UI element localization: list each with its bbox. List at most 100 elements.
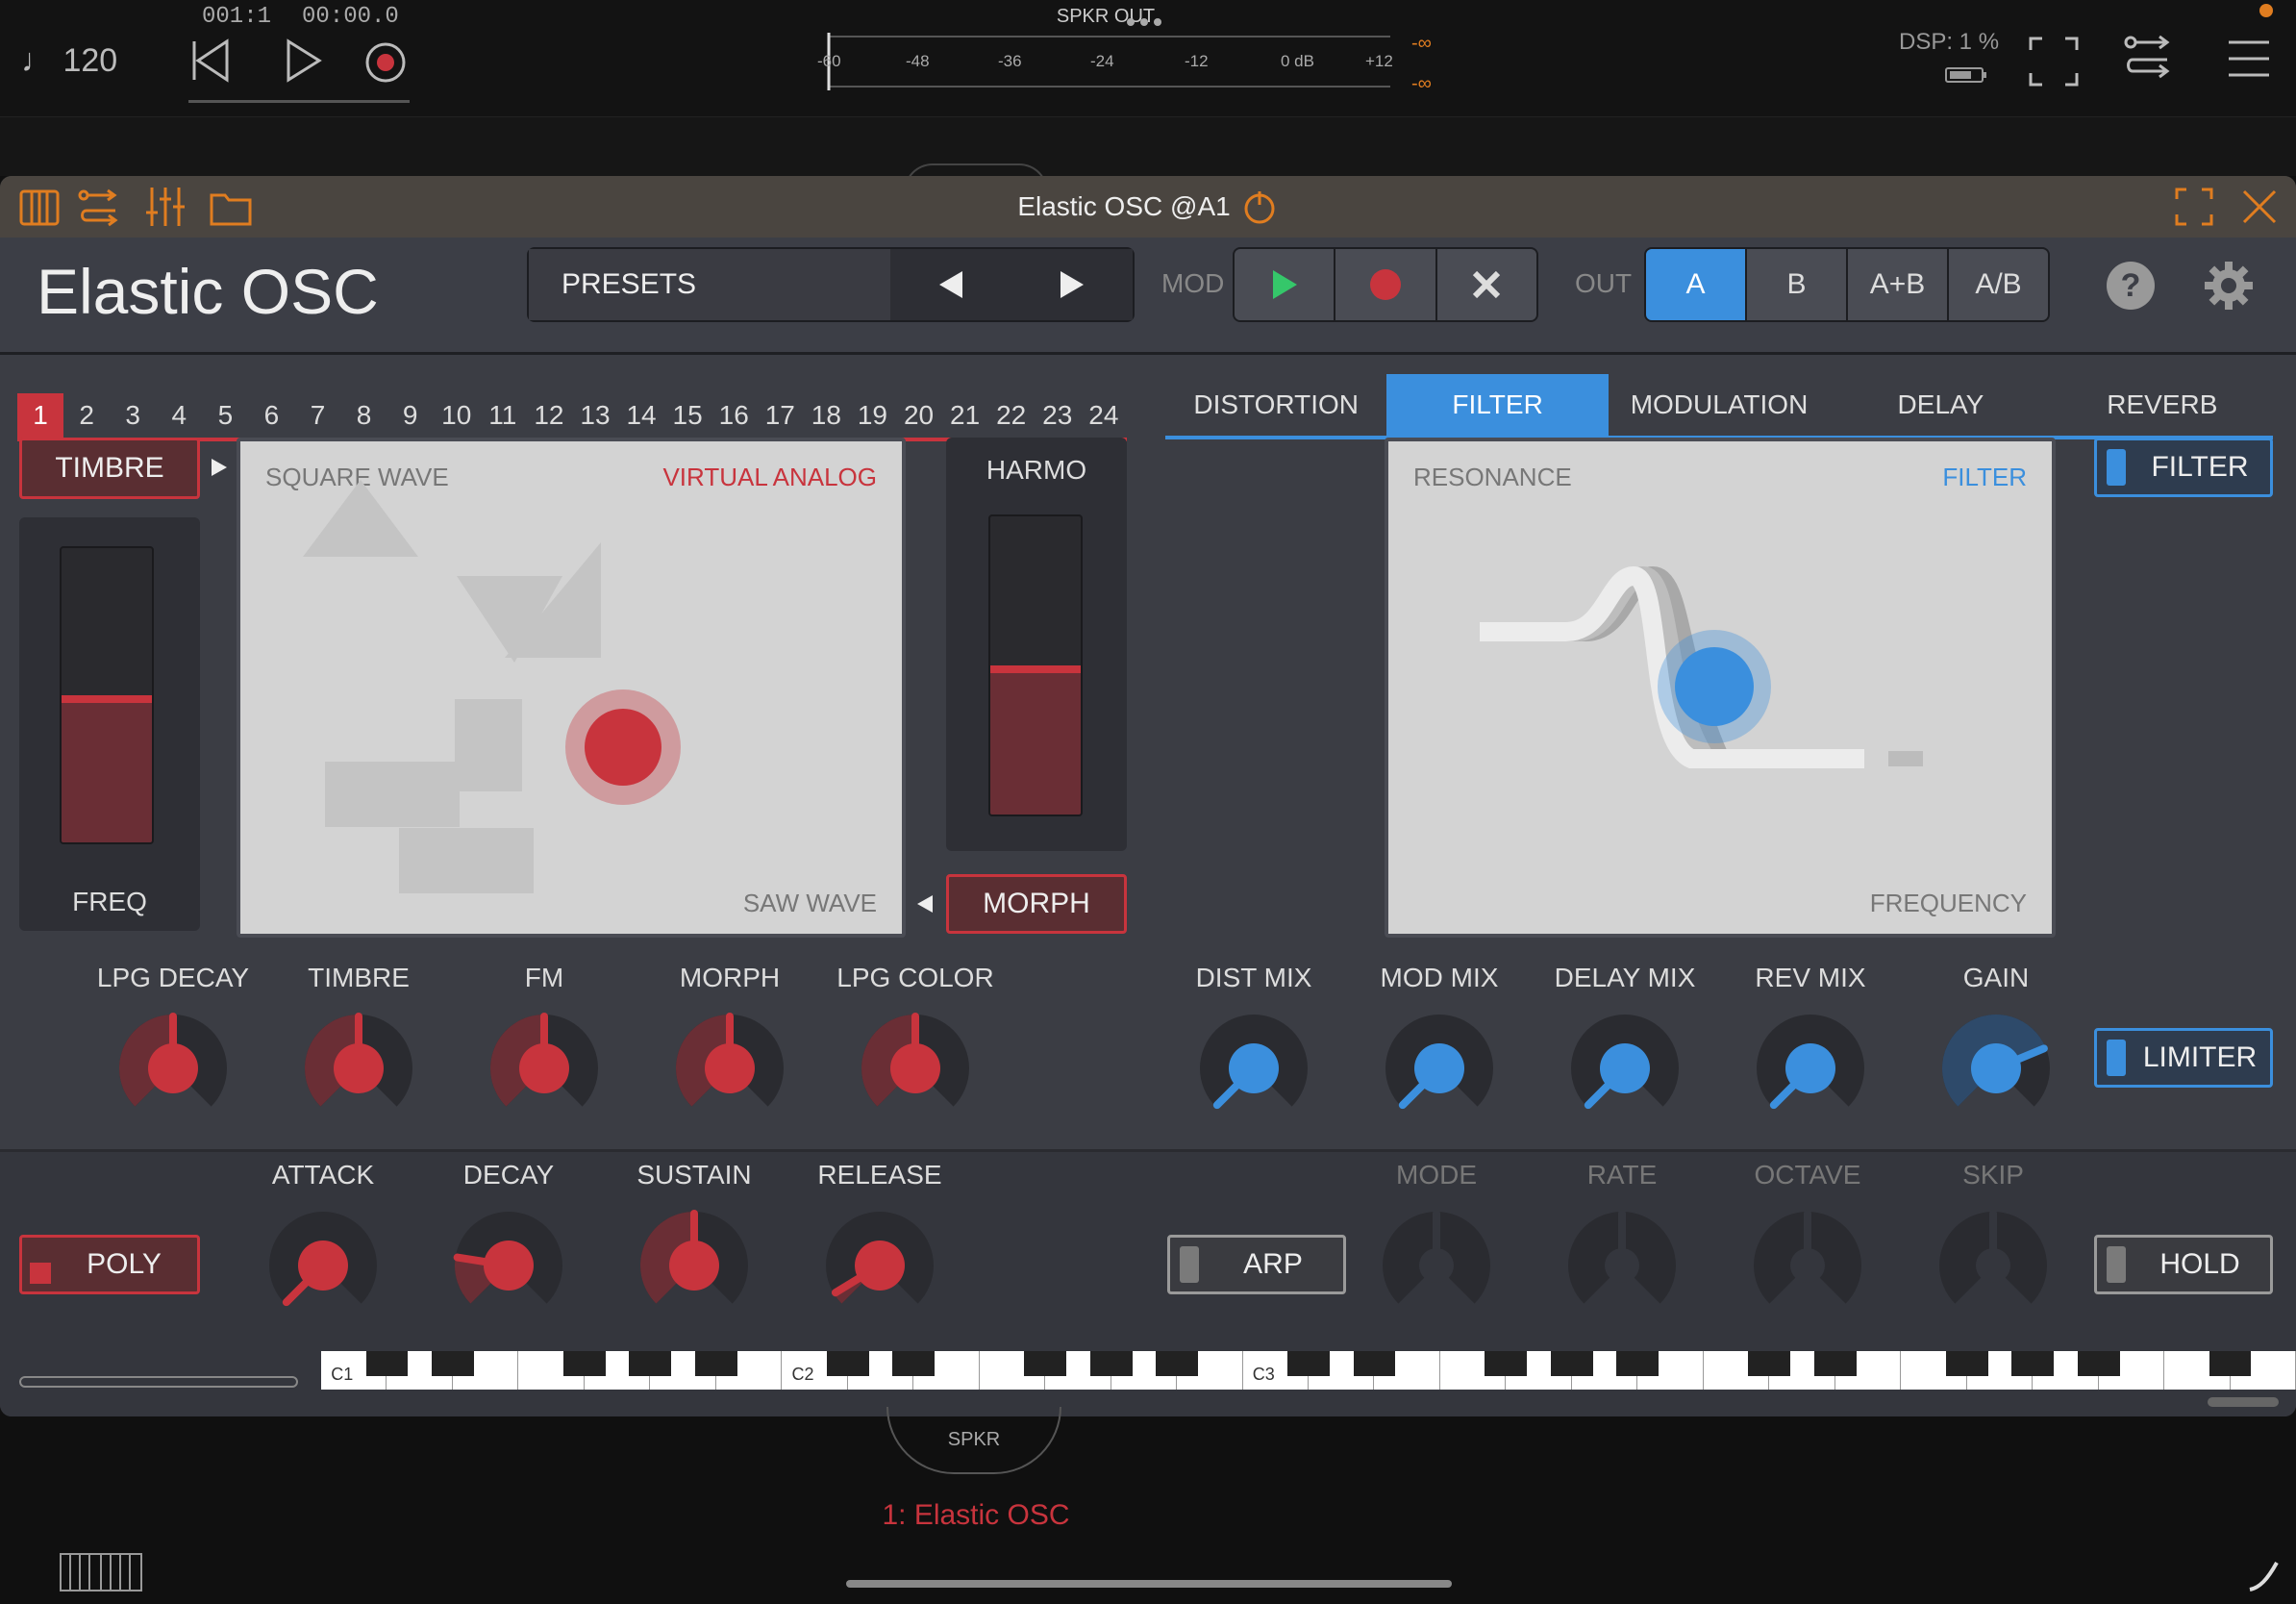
step-button[interactable]: 21 <box>942 393 988 438</box>
freq-slider[interactable] <box>60 546 154 844</box>
rewind-button[interactable] <box>188 37 233 85</box>
routing-icon[interactable] <box>2123 33 2177 87</box>
expand-icon[interactable] <box>2175 188 2213 226</box>
black-key[interactable] <box>1485 1351 1528 1376</box>
poly-button[interactable]: POLY <box>19 1235 200 1294</box>
tab-filter[interactable]: FILTER <box>1386 374 1609 436</box>
knob-control[interactable]: DIST MIX <box>1167 963 1340 1155</box>
knob[interactable] <box>822 1208 937 1323</box>
knob-control[interactable]: SUSTAIN <box>608 1160 781 1352</box>
knob[interactable] <box>451 1208 566 1323</box>
step-button[interactable]: 6 <box>248 393 294 438</box>
limiter-toggle[interactable]: LIMITER <box>2094 1028 2273 1088</box>
knob-dial[interactable] <box>1567 1011 1683 1126</box>
knob[interactable] <box>1935 1208 2051 1323</box>
black-key[interactable] <box>2209 1351 2252 1376</box>
step-button[interactable]: 16 <box>711 393 757 438</box>
step-button[interactable]: 3 <box>110 393 156 438</box>
knob-dial[interactable] <box>265 1208 381 1323</box>
mod-clear-button[interactable] <box>1436 249 1536 320</box>
filter-pad-cursor[interactable] <box>1675 647 1754 726</box>
arp-toggle[interactable]: ARP <box>1167 1235 1346 1294</box>
knob-dial[interactable] <box>822 1208 937 1323</box>
black-key[interactable] <box>2077 1351 2120 1376</box>
knob-dial[interactable] <box>115 1011 231 1126</box>
knob[interactable] <box>858 1011 973 1126</box>
knob-dial[interactable] <box>1564 1208 1680 1323</box>
knob-dial[interactable] <box>1935 1208 2051 1323</box>
track-label[interactable]: 1: Elastic OSC <box>856 1499 1096 1532</box>
routing-plugin-icon[interactable] <box>77 188 121 228</box>
knob[interactable] <box>1382 1011 1497 1126</box>
preset-next-button[interactable] <box>1011 249 1133 320</box>
gear-icon[interactable] <box>2204 261 2254 311</box>
mod-record-button[interactable] <box>1335 249 1437 320</box>
speaker-output-node[interactable]: SPKR <box>886 1407 1061 1474</box>
knob[interactable] <box>672 1011 787 1126</box>
menu-icon[interactable] <box>2227 37 2271 81</box>
knob-dial[interactable] <box>1938 1011 2054 1126</box>
close-icon[interactable] <box>2240 188 2279 226</box>
filter-toggle[interactable]: FILTER <box>2094 438 2273 497</box>
morph-button[interactable]: MORPH <box>946 874 1127 934</box>
knob-control[interactable]: DELAY MIX <box>1538 963 1711 1155</box>
step-button[interactable]: 7 <box>294 393 340 438</box>
step-button[interactable]: 15 <box>664 393 711 438</box>
knob-dial[interactable] <box>1753 1011 1868 1126</box>
step-button[interactable]: 11 <box>480 393 526 438</box>
knob[interactable] <box>1938 1011 2054 1126</box>
step-button[interactable]: 14 <box>618 393 664 438</box>
step-button[interactable]: 22 <box>988 393 1035 438</box>
filter-xy-pad[interactable]: RESONANCE FILTER FREQUENCY <box>1385 438 2056 938</box>
black-key[interactable] <box>694 1351 737 1376</box>
pencil-icon[interactable] <box>2246 1559 2281 1593</box>
preset-prev-button[interactable] <box>890 249 1011 320</box>
black-key[interactable] <box>1550 1351 1593 1376</box>
step-button[interactable]: 8 <box>341 393 387 438</box>
black-key[interactable] <box>1089 1351 1133 1376</box>
osc-xy-pad[interactable]: SQUARE WAVE VIRTUAL ANALOG SAW WAVE <box>237 438 906 938</box>
black-key[interactable] <box>1156 1351 1198 1376</box>
osc-pad-cursor[interactable] <box>585 709 661 786</box>
black-key[interactable] <box>1945 1351 1988 1376</box>
black-key[interactable] <box>1748 1351 1791 1376</box>
knob-dial[interactable] <box>672 1011 787 1126</box>
knob[interactable] <box>1567 1011 1683 1126</box>
black-key[interactable] <box>1813 1351 1857 1376</box>
piano-keyboard[interactable]: C1 C2 C3 <box>321 1351 2296 1390</box>
black-key[interactable] <box>892 1351 936 1376</box>
knob[interactable] <box>115 1011 231 1126</box>
knob-dial[interactable] <box>451 1208 566 1323</box>
tab-distortion[interactable]: DISTORTION <box>1165 374 1386 436</box>
step-button[interactable]: 4 <box>156 393 202 438</box>
hold-toggle[interactable]: HOLD <box>2094 1235 2273 1294</box>
knob[interactable] <box>265 1208 381 1323</box>
out-option-b[interactable]: B <box>1747 249 1848 320</box>
keyboard-icon[interactable] <box>19 188 60 228</box>
power-icon[interactable] <box>1240 188 1279 226</box>
knob[interactable] <box>1753 1011 1868 1126</box>
knob-control[interactable]: RATE <box>1535 1160 1709 1352</box>
out-option-a-slash-b[interactable]: A/B <box>1949 249 2048 320</box>
timbre-button[interactable]: TIMBRE <box>19 438 200 499</box>
knob[interactable] <box>487 1011 602 1126</box>
step-button[interactable]: 19 <box>849 393 895 438</box>
knob-control[interactable]: GAIN <box>1909 963 2083 1155</box>
black-key[interactable] <box>365 1351 409 1376</box>
mod-play-button[interactable] <box>1235 249 1336 320</box>
black-key[interactable] <box>1616 1351 1660 1376</box>
step-button[interactable]: 2 <box>63 393 110 438</box>
knob[interactable] <box>1379 1208 1494 1323</box>
knob-dial[interactable] <box>1196 1011 1311 1126</box>
knob-control[interactable]: MOD MIX <box>1353 963 1526 1155</box>
more-icon[interactable] <box>1125 17 1163 27</box>
pitch-mod-wheels[interactable] <box>19 1376 298 1388</box>
knob-control[interactable]: DECAY <box>422 1160 595 1352</box>
knob-control[interactable]: SKIP <box>1907 1160 2080 1352</box>
fullscreen-icon[interactable] <box>2029 37 2079 87</box>
record-button[interactable] <box>363 40 408 85</box>
knob-control[interactable]: TIMBRE <box>272 963 445 1155</box>
step-button[interactable]: 9 <box>387 393 434 438</box>
knob[interactable] <box>301 1011 416 1126</box>
knob-control[interactable]: OCTAVE <box>1721 1160 1894 1352</box>
